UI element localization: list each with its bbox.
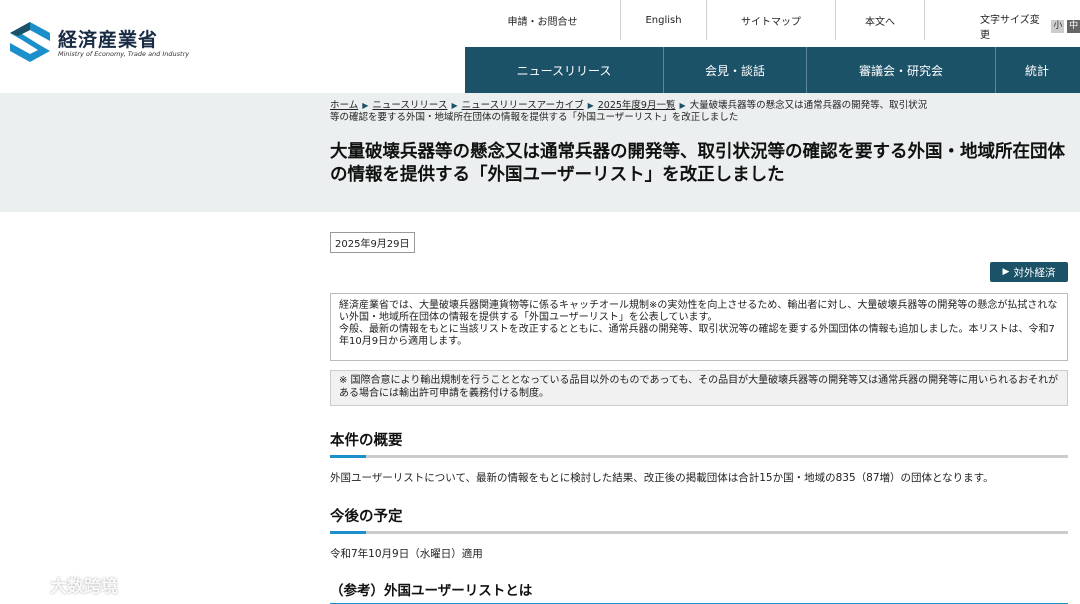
font-size-small-button[interactable]: 小 <box>1051 19 1065 33</box>
main-nav-council[interactable]: 審議会・研究会 <box>807 47 996 93</box>
meti-logo-icon <box>10 22 50 62</box>
logo-name-ja: 経済産業省 <box>58 28 159 51</box>
watermark-text: 大数跨境 <box>50 577 118 597</box>
heading-underline-accent <box>330 455 366 458</box>
logo-name-en: Ministry of Economy, Trade and Industry <box>58 49 190 58</box>
title-band: ホーム ▶ ニュースリリース ▶ ニュースリリースアーカイブ ▶ 2025年度9月一覧 ▶ 大量… <box>0 93 1080 212</box>
breadcrumb-arrow-icon: ▶ <box>451 101 458 110</box>
site-logo[interactable]: 経済産業省 Ministry of Economy, Trade and Ind… <box>10 22 189 66</box>
utility-nav: 申請・お問合せ English サイトマップ 本文へ <box>465 0 925 40</box>
breadcrumb-arrow-icon: ▶ <box>362 101 369 110</box>
section-heading-text: 今後の予定 <box>330 509 403 525</box>
section-heading-schedule: 今後の予定 <box>330 505 1068 534</box>
breadcrumb-news-release[interactable]: ニュースリリース <box>372 100 447 111</box>
breadcrumb-archive[interactable]: ニュースリリースアーカイブ <box>462 100 584 111</box>
main-nav-statistics[interactable]: 統計 <box>996 47 1078 93</box>
heading-underline-accent <box>330 531 366 534</box>
heading-underline <box>330 455 1068 458</box>
lead-summary-box: 経済産業省では、大量破壊兵器関連貨物等に係るキャッチオール規制※の実効性を向上さ… <box>330 293 1068 361</box>
play-arrow-icon: ▶ <box>1002 267 1010 277</box>
watermark-logo-icon <box>9 577 39 594</box>
util-link-sitemap[interactable]: サイトマップ <box>707 0 836 40</box>
section-body-schedule: 令和7年10月9日（水曜日）適用 <box>330 548 483 560</box>
section-heading-overview: 本件の概要 <box>330 429 1068 458</box>
util-link-skip-to-content[interactable]: 本文へ <box>836 0 925 40</box>
section-heading-reference: （参考）外国ユーザーリストとは <box>330 579 1068 604</box>
util-link-contact[interactable]: 申請・お問合せ <box>465 0 621 40</box>
breadcrumb: ホーム ▶ ニュースリリース ▶ ニュースリリースアーカイブ ▶ 2025年度9月一覧 ▶ 大量… <box>330 100 930 124</box>
category-tag-label: 対外経済 <box>1013 266 1056 279</box>
font-size-switcher: 文字サイズ変更 小 中 <box>980 11 1080 41</box>
font-size-label: 文字サイズ変更 <box>980 15 1040 41</box>
main-nav-news-release[interactable]: ニュースリリース <box>465 47 664 93</box>
section-heading-text: （参考）外国ユーザーリストとは <box>330 583 533 599</box>
font-size-medium-button[interactable]: 中 <box>1067 19 1080 33</box>
main-nav: ニュースリリース 会見・談話 審議会・研究会 統計 <box>465 47 1080 93</box>
lead-paragraph-1: 経済産業省では、大量破壊兵器関連貨物等に係るキャッチオール規制※の実効性を向上さ… <box>339 300 1058 323</box>
category-tag-button[interactable]: ▶ 対外経済 <box>990 262 1068 282</box>
page-title: 大量破壊兵器等の懸念又は通常兵器の開発等、取引状況等の確認を要する外国・地域所在… <box>330 142 1065 185</box>
breadcrumb-home[interactable]: ホーム <box>330 100 358 111</box>
release-date: 2025年9月29日 <box>330 232 415 253</box>
breadcrumb-month-list[interactable]: 2025年度9月一覧 <box>598 100 676 111</box>
site-header: 経済産業省 Ministry of Economy, Trade and Ind… <box>0 0 1080 93</box>
footnote-box: ※ 国際合意により輸出規制を行うこととなっている品目以外のものであっても、その品… <box>330 370 1068 406</box>
lead-paragraph-2: 今般、最新の情報をもとに当該リストを改正するとともに、通常兵器の開発等、取引状況… <box>339 324 1055 347</box>
heading-underline <box>330 531 1068 534</box>
main-nav-press-conference[interactable]: 会見・談話 <box>664 47 807 93</box>
watermark: 大数跨境 <box>8 572 118 597</box>
section-body-overview: 外国ユーザーリストについて、最新の情報をもとに検討した結果、改正後の掲載団体は合… <box>330 472 994 484</box>
breadcrumb-arrow-icon: ▶ <box>679 101 686 110</box>
util-link-english[interactable]: English <box>621 0 707 40</box>
breadcrumb-arrow-icon: ▶ <box>587 101 594 110</box>
section-heading-text: 本件の概要 <box>330 433 403 449</box>
